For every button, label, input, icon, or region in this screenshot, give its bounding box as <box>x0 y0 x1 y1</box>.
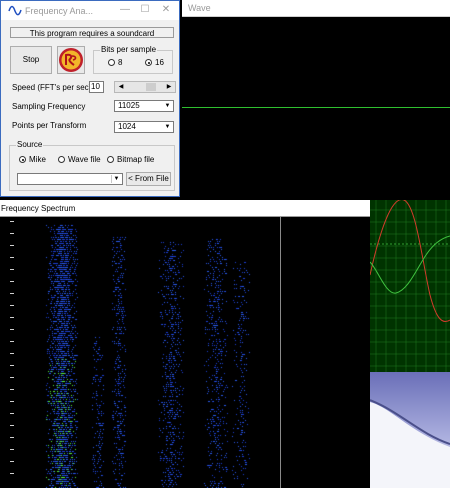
bits-per-sample-group: Bits per sample 8 16 <box>93 45 173 74</box>
axis-tick <box>10 305 14 306</box>
speed-value: 10 <box>89 81 104 93</box>
wave-title: Wave <box>188 3 211 13</box>
axis-tick <box>10 293 14 294</box>
dialog-title: Frequency Ana... <box>25 6 94 16</box>
spectrum-title-bar[interactable]: Frequency Spectrum <box>0 200 370 217</box>
chevron-down-icon: ▼ <box>164 103 171 109</box>
source-mike-option[interactable]: Mike <box>19 155 46 164</box>
preview-image <box>370 372 450 488</box>
axis-tick <box>10 449 14 450</box>
stop-button[interactable]: Stop <box>10 46 52 74</box>
dialog-title-bar[interactable]: Frequency Ana... — ☐ ✕ <box>1 1 179 20</box>
bits-per-sample-label: Bits per sample <box>100 45 158 54</box>
sampling-frequency-label: Sampling Frequency <box>12 102 86 111</box>
source-wave-file-radio[interactable] <box>58 156 65 163</box>
logo-button[interactable] <box>57 46 85 74</box>
oscilloscope-panel <box>370 200 450 372</box>
axis-tick <box>10 473 14 474</box>
axis-tick <box>10 257 14 258</box>
axis-tick <box>10 233 14 234</box>
sampling-frequency-select[interactable]: 11025 ▼ <box>114 100 174 112</box>
axis-tick <box>10 317 14 318</box>
bits-8-label: 8 <box>118 58 123 67</box>
source-mike-label: Mike <box>29 155 46 164</box>
maximize-button[interactable]: ☐ <box>138 4 152 16</box>
axis-tick <box>10 413 14 414</box>
axis-tick <box>10 245 14 246</box>
speed-label: Speed (FFT's per sec) <box>12 83 92 92</box>
source-label: Source <box>16 140 44 149</box>
bits-8-radio[interactable] <box>108 59 115 66</box>
spectrum-cursor-line <box>280 217 281 488</box>
bits-16-radio[interactable] <box>145 59 152 66</box>
frequency-axis-ticks <box>10 221 16 488</box>
axis-tick <box>10 281 14 282</box>
axis-tick <box>10 353 14 354</box>
axis-tick <box>10 221 14 222</box>
close-button[interactable]: ✕ <box>159 4 173 16</box>
axis-tick <box>10 425 14 426</box>
slider-right-arrow-icon[interactable]: ▶ <box>164 82 174 92</box>
sine-wave-icon <box>8 5 22 16</box>
source-file-combo[interactable]: ▼ <box>17 173 123 185</box>
spectrogram-canvas <box>0 217 370 488</box>
wave-window: Wave <box>182 0 450 200</box>
source-bitmap-file-option[interactable]: Bitmap file <box>107 155 154 164</box>
source-wave-file-option[interactable]: Wave file <box>58 155 101 164</box>
chevron-down-icon: ▼ <box>164 124 171 130</box>
axis-tick <box>10 341 14 342</box>
minimize-button[interactable]: — <box>118 4 132 16</box>
from-file-button[interactable]: < From File <box>126 172 171 186</box>
points-per-transform-label: Points per Transform <box>12 121 87 130</box>
axis-tick <box>10 377 14 378</box>
axis-tick <box>10 401 14 402</box>
sampling-frequency-value: 11025 <box>118 101 140 110</box>
wave-trace <box>182 107 450 108</box>
source-mike-radio[interactable] <box>19 156 26 163</box>
wave-title-bar[interactable]: Wave <box>182 0 450 17</box>
spectrum-window: Frequency Spectrum <box>0 200 370 488</box>
axis-tick <box>10 365 14 366</box>
speed-slider[interactable]: ◀ ▶ <box>114 81 176 93</box>
spectrogram <box>0 217 370 488</box>
oscilloscope-graph <box>370 200 450 372</box>
axis-tick <box>10 389 14 390</box>
soundcard-notice: This program requires a soundcard <box>10 27 174 38</box>
source-bitmap-file-label: Bitmap file <box>117 155 155 164</box>
bits-16-label: 16 <box>155 58 164 67</box>
logo-icon <box>59 48 83 72</box>
slider-left-arrow-icon[interactable]: ◀ <box>116 82 126 92</box>
source-wave-file-label: Wave file <box>68 155 101 164</box>
frequency-analyzer-dialog: Frequency Ana... — ☐ ✕ This program requ… <box>0 0 180 197</box>
source-bitmap-file-radio[interactable] <box>107 156 114 163</box>
spectrum-title: Frequency Spectrum <box>1 204 76 213</box>
axis-tick <box>10 269 14 270</box>
axis-tick <box>10 329 14 330</box>
axis-tick <box>10 461 14 462</box>
bits-8-option[interactable]: 8 <box>108 58 122 67</box>
slider-thumb[interactable] <box>146 83 156 91</box>
points-per-transform-value: 1024 <box>118 122 136 131</box>
bits-16-option[interactable]: 16 <box>145 58 164 67</box>
points-per-transform-select[interactable]: 1024 ▼ <box>114 121 174 133</box>
axis-tick <box>10 437 14 438</box>
chevron-down-icon: ▼ <box>111 175 121 183</box>
